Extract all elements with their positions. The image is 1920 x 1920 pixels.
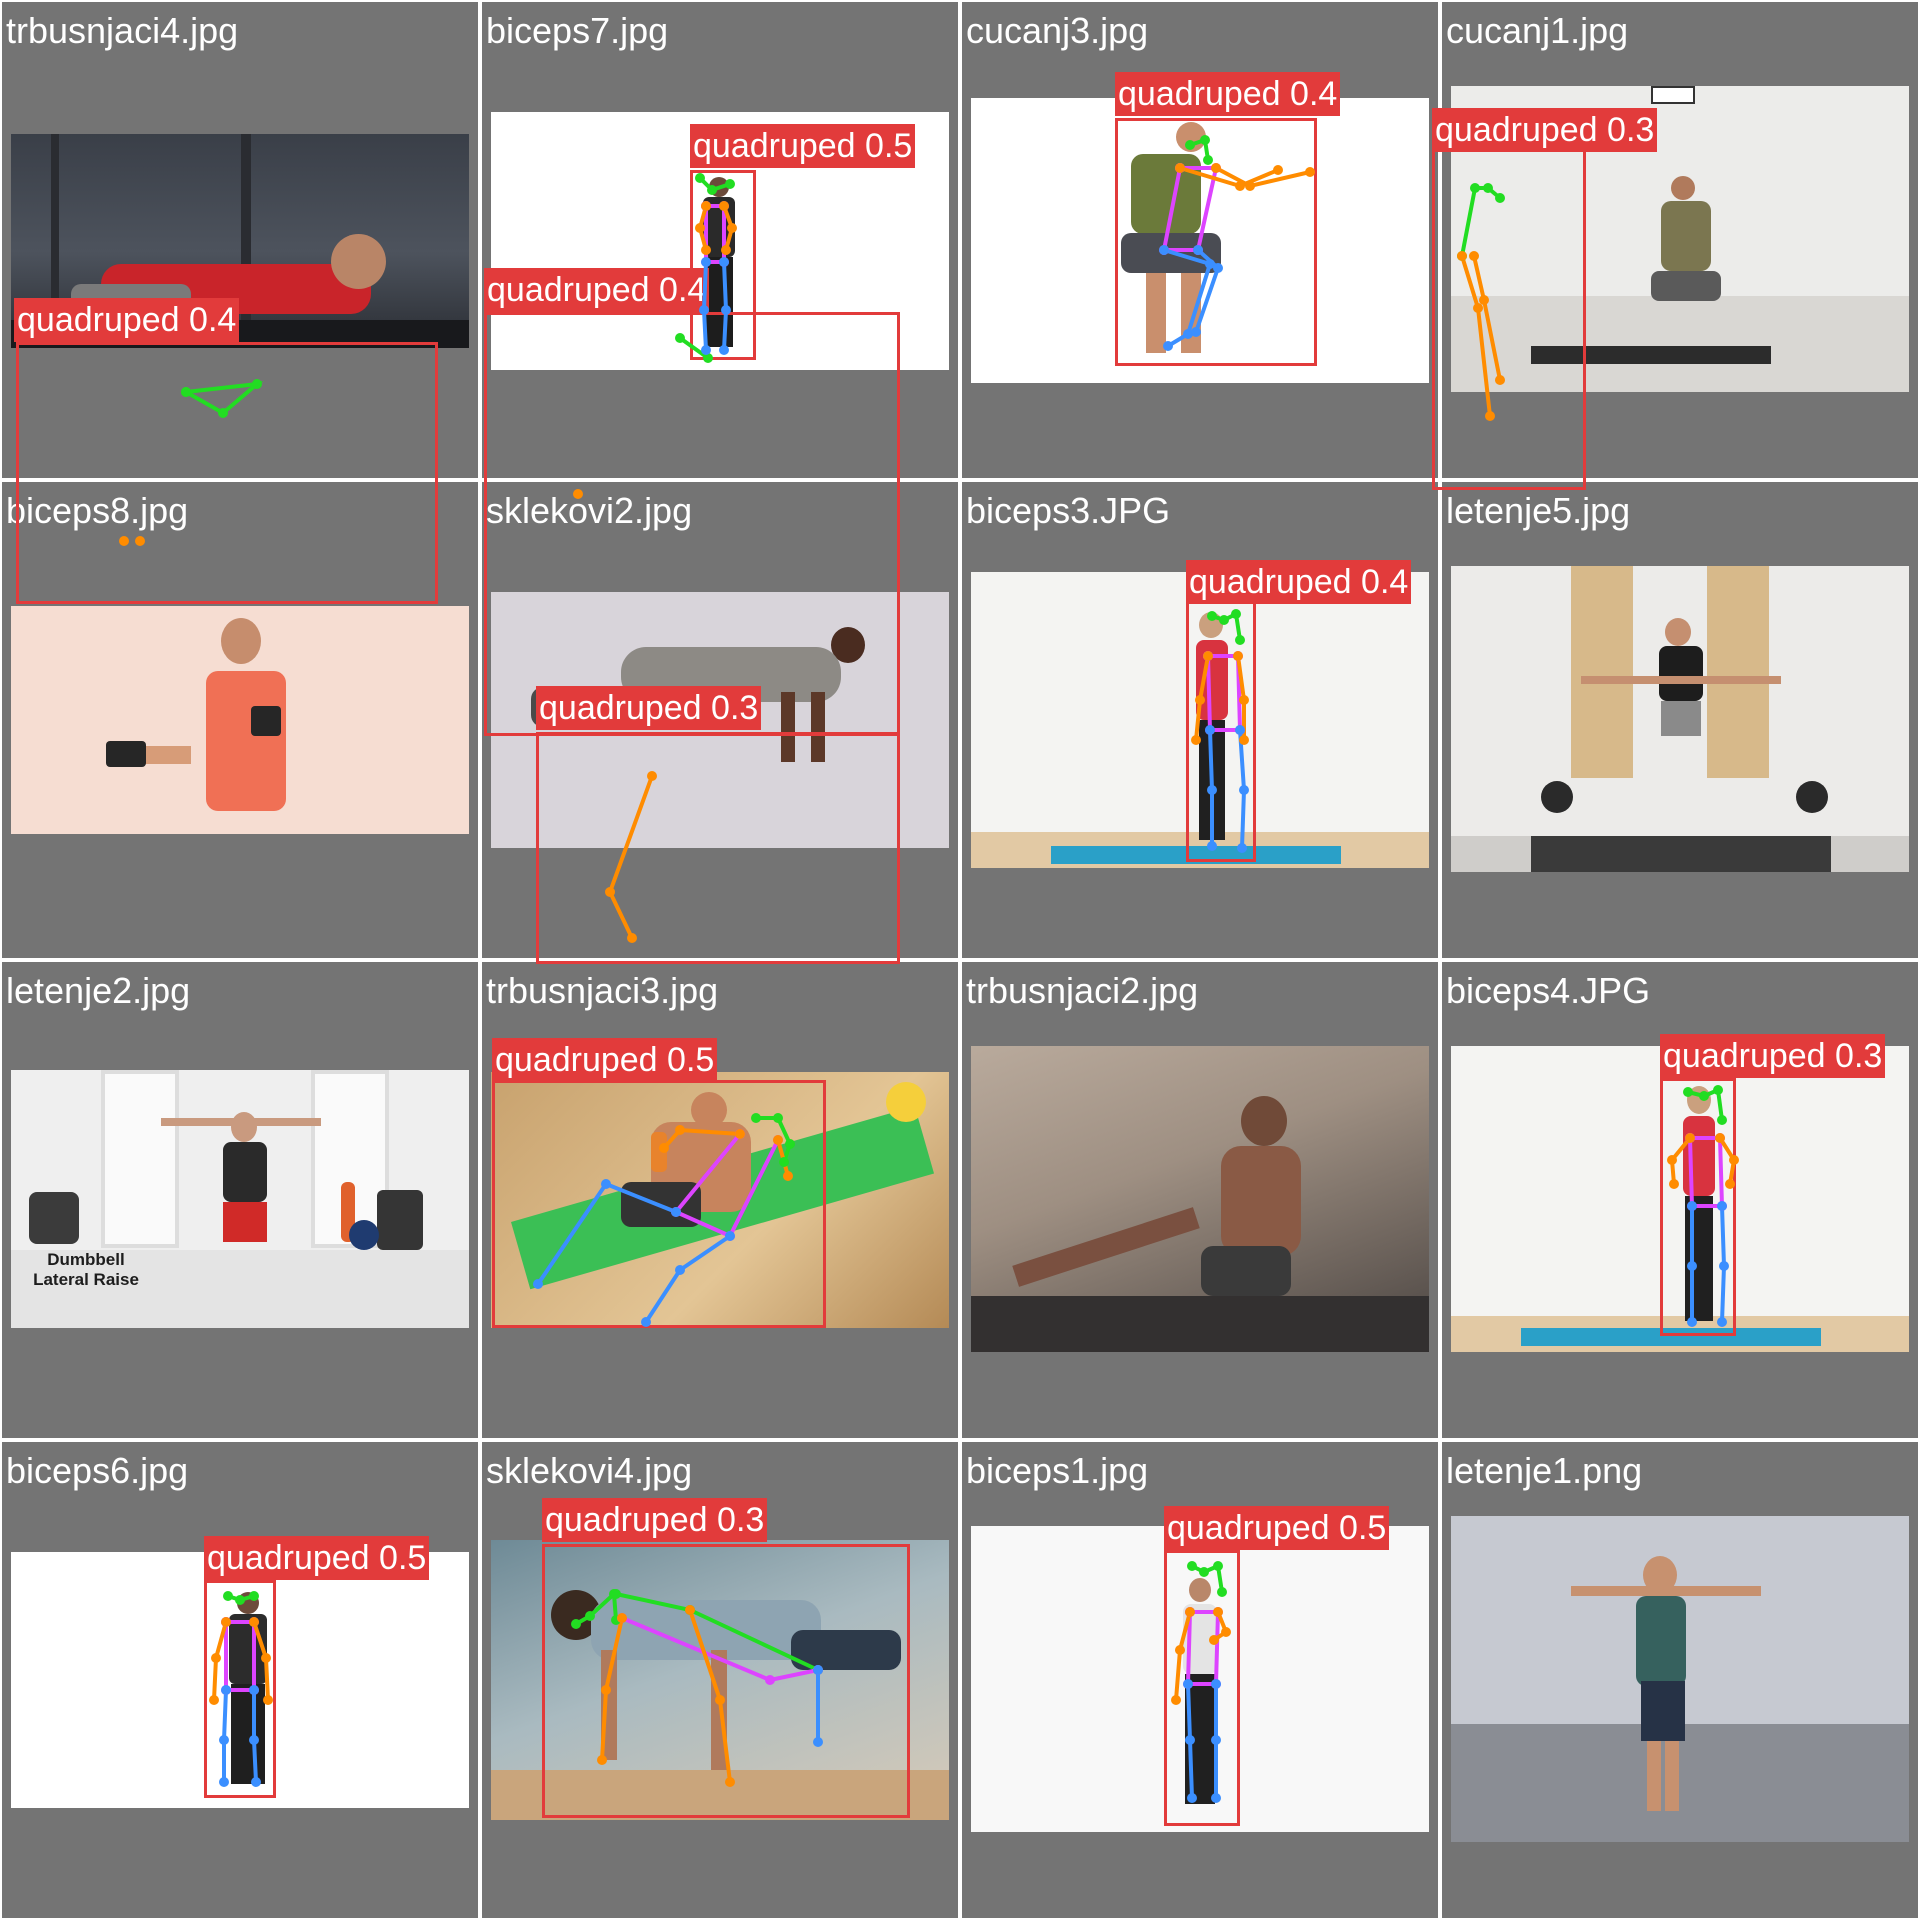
photo-lateral-raise-front bbox=[1451, 1516, 1909, 1842]
detection-label: quadruped 0.4 bbox=[1186, 560, 1412, 604]
exercise-caption: Dumbbell Lateral Raise bbox=[21, 1250, 151, 1290]
detection-label: quadruped 0.5 bbox=[1164, 1506, 1390, 1550]
photo-squat-man bbox=[971, 98, 1429, 383]
photo-situp-mat bbox=[491, 1072, 949, 1328]
photo-biceps-woman-hammer bbox=[971, 1526, 1429, 1832]
detection-label: quadruped 0.4 bbox=[484, 268, 710, 312]
photo-biceps-woman-mat bbox=[971, 572, 1429, 868]
tile-filename: biceps7.jpg bbox=[486, 10, 669, 51]
tile-filename: sklekovi4.jpg bbox=[486, 1450, 693, 1491]
tile-filename: trbusnjaci3.jpg bbox=[486, 970, 719, 1011]
tile-filename: biceps6.jpg bbox=[6, 1450, 189, 1491]
detection-label: quadruped 0.5 bbox=[690, 124, 916, 168]
detection-label: quadruped 0.4 bbox=[14, 298, 240, 342]
photo-lateral-raise-render: Dumbbell Lateral Raise bbox=[11, 1070, 469, 1328]
detection-label: quadruped 0.5 bbox=[492, 1038, 718, 1082]
tile-biceps3: biceps3.JPG bbox=[962, 482, 1438, 958]
tile-filename: letenje5.jpg bbox=[1446, 490, 1631, 531]
tile-trbusnjaci3: trbusnjaci3.jpg bbox=[482, 962, 958, 1438]
tile-filename: trbusnjaci2.jpg bbox=[966, 970, 1199, 1011]
tile-trbusnjaci4: trbusnjaci4.jpg bbox=[2, 2, 478, 478]
tile-letenje2: letenje2.jpg Dumbbell Lateral Raise bbox=[2, 962, 478, 1438]
detection-label: quadruped 0.4 bbox=[1115, 72, 1341, 116]
photo-lateral-raise-gym bbox=[1451, 566, 1909, 872]
photo-situp-floor bbox=[971, 1046, 1429, 1352]
tile-filename: cucanj3.jpg bbox=[966, 10, 1149, 51]
photo-pushup-living-room bbox=[491, 1540, 949, 1820]
tile-filename: letenje1.png bbox=[1446, 1450, 1643, 1491]
tile-biceps6: biceps6.jpg bbox=[2, 1442, 478, 1918]
tile-letenje5: letenje5.jpg bbox=[1442, 482, 1918, 958]
photo-biceps-woman bbox=[1451, 1046, 1909, 1352]
photo-biceps-small bbox=[11, 1552, 469, 1808]
tile-letenje1: letenje1.png bbox=[1442, 1442, 1918, 1918]
tile-filename: biceps1.jpg bbox=[966, 1450, 1149, 1491]
photo-biceps-curl-man bbox=[11, 606, 469, 834]
detection-label: quadruped 0.3 bbox=[542, 1498, 768, 1542]
tile-filename: trbusnjaci4.jpg bbox=[6, 10, 239, 51]
tile-trbusnjaci2: trbusnjaci2.jpg bbox=[962, 962, 1438, 1438]
tile-filename: biceps4.JPG bbox=[1446, 970, 1651, 1011]
caption-text: Dumbbell Lateral Raise bbox=[33, 1250, 139, 1289]
detection-label: quadruped 0.3 bbox=[1432, 108, 1658, 152]
tile-cucanj1: cucanj1.jpg bbox=[1442, 2, 1918, 478]
tile-filename: biceps3.JPG bbox=[966, 490, 1171, 531]
prediction-grid: trbusnjaci4.jpg biceps7.jpg cucanj3.jpg bbox=[0, 0, 1920, 1920]
tile-biceps7: biceps7.jpg bbox=[482, 2, 958, 478]
tile-filename: sklekovi2.jpg bbox=[486, 490, 693, 531]
tile-filename: biceps8.jpg bbox=[6, 490, 189, 531]
detection-label: quadruped 0.3 bbox=[1660, 1034, 1886, 1078]
detection-label: quadruped 0.3 bbox=[536, 686, 762, 730]
detection-label: quadruped 0.5 bbox=[204, 1536, 430, 1580]
tile-filename: letenje2.jpg bbox=[6, 970, 191, 1011]
tile-biceps8: biceps8.jpg bbox=[2, 482, 478, 958]
tile-filename: cucanj1.jpg bbox=[1446, 10, 1629, 51]
